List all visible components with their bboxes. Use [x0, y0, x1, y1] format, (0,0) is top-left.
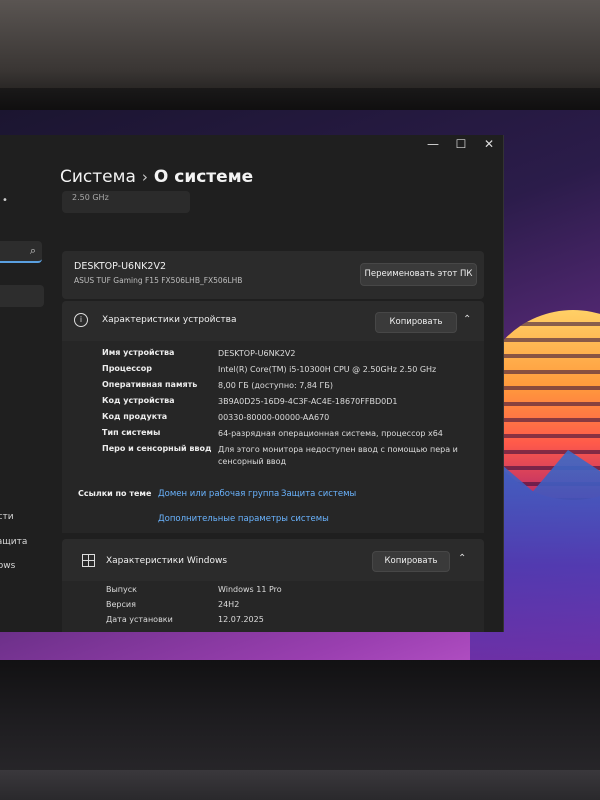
windows-specs-title: Характеристики Windows [106, 556, 228, 566]
link-domain-workgroup[interactable]: Домен или рабочая группа [158, 489, 279, 499]
background-wall [0, 0, 600, 100]
sidebar-dot-icon: • [2, 195, 8, 206]
maximize-button[interactable]: ☐ [450, 137, 472, 151]
chevron-up-icon[interactable]: ⌃ [463, 314, 471, 325]
device-name: DESKTOP-U6NK2V2 [74, 261, 166, 272]
close-button[interactable]: ✕ [478, 137, 500, 151]
sidebar-item-system[interactable] [0, 285, 44, 307]
top-card-partial: 2.50 GHz [62, 191, 190, 213]
device-specs-card: i Характеристики устройства Копировать ⌃… [62, 301, 484, 485]
page-title: О системе [153, 167, 254, 187]
info-icon: i [74, 313, 88, 327]
settings-window: — ☐ ✕ • ⌕ ости защита dows Система › О сис… [0, 135, 504, 632]
windows-specs-body: Выпуск Windows 11 Pro Версия 24H2 Дата уст… [62, 581, 484, 632]
search-input[interactable]: ⌕ [0, 241, 42, 263]
sidebar: • ⌕ ости защита dows [0, 155, 50, 632]
title-bar: — ☐ ✕ [0, 135, 503, 155]
top-card-text: 2.50 GHz [72, 193, 109, 202]
sidebar-item-accessibility[interactable]: ости [0, 512, 22, 522]
device-model: ASUS TUF Gaming F15 FX506LHB_FX506LHB [74, 276, 243, 285]
breadcrumb-parent[interactable]: Система [60, 167, 136, 187]
windows-spec-row: Выпуск Windows 11 Pro [106, 585, 282, 594]
windows-logo-icon [82, 554, 95, 567]
breadcrumb-separator: › [141, 168, 148, 186]
copy-windows-specs-button[interactable]: Копировать [372, 551, 450, 572]
link-system-protection[interactable]: Защита системы [281, 489, 356, 499]
copy-device-specs-button[interactable]: Копировать [375, 312, 457, 333]
device-card: DESKTOP-U6NK2V2 ASUS TUF Gaming F15 FX50… [62, 251, 484, 299]
device-specs-body: Имя устройства DESKTOP-U6NK2V2 Процессор I… [62, 341, 484, 485]
breadcrumb: Система › О системе [60, 167, 253, 187]
windows-spec-row: Версия 24H2 [106, 600, 240, 609]
laptop-base [0, 770, 600, 800]
minimize-button[interactable]: — [422, 137, 444, 151]
related-links: Ссылки по теме Домен или рабочая группа … [62, 475, 484, 533]
rename-pc-button[interactable]: Переименовать этот ПК [360, 263, 477, 286]
sidebar-item-privacy-security[interactable]: защита [0, 537, 35, 547]
sidebar-item-windows-update[interactable]: dows [0, 561, 23, 571]
windows-specs-card: Характеристики Windows Копировать ⌃ Выпу… [62, 539, 484, 632]
search-icon: ⌕ [29, 244, 36, 257]
windows-spec-row: Дата установки 12.07.2025 [106, 615, 264, 624]
device-specs-title: Характеристики устройства [102, 315, 237, 325]
link-advanced-system-settings[interactable]: Дополнительные параметры системы [158, 514, 329, 524]
related-links-label: Ссылки по теме [78, 489, 152, 498]
chevron-up-icon[interactable]: ⌃ [458, 553, 466, 564]
